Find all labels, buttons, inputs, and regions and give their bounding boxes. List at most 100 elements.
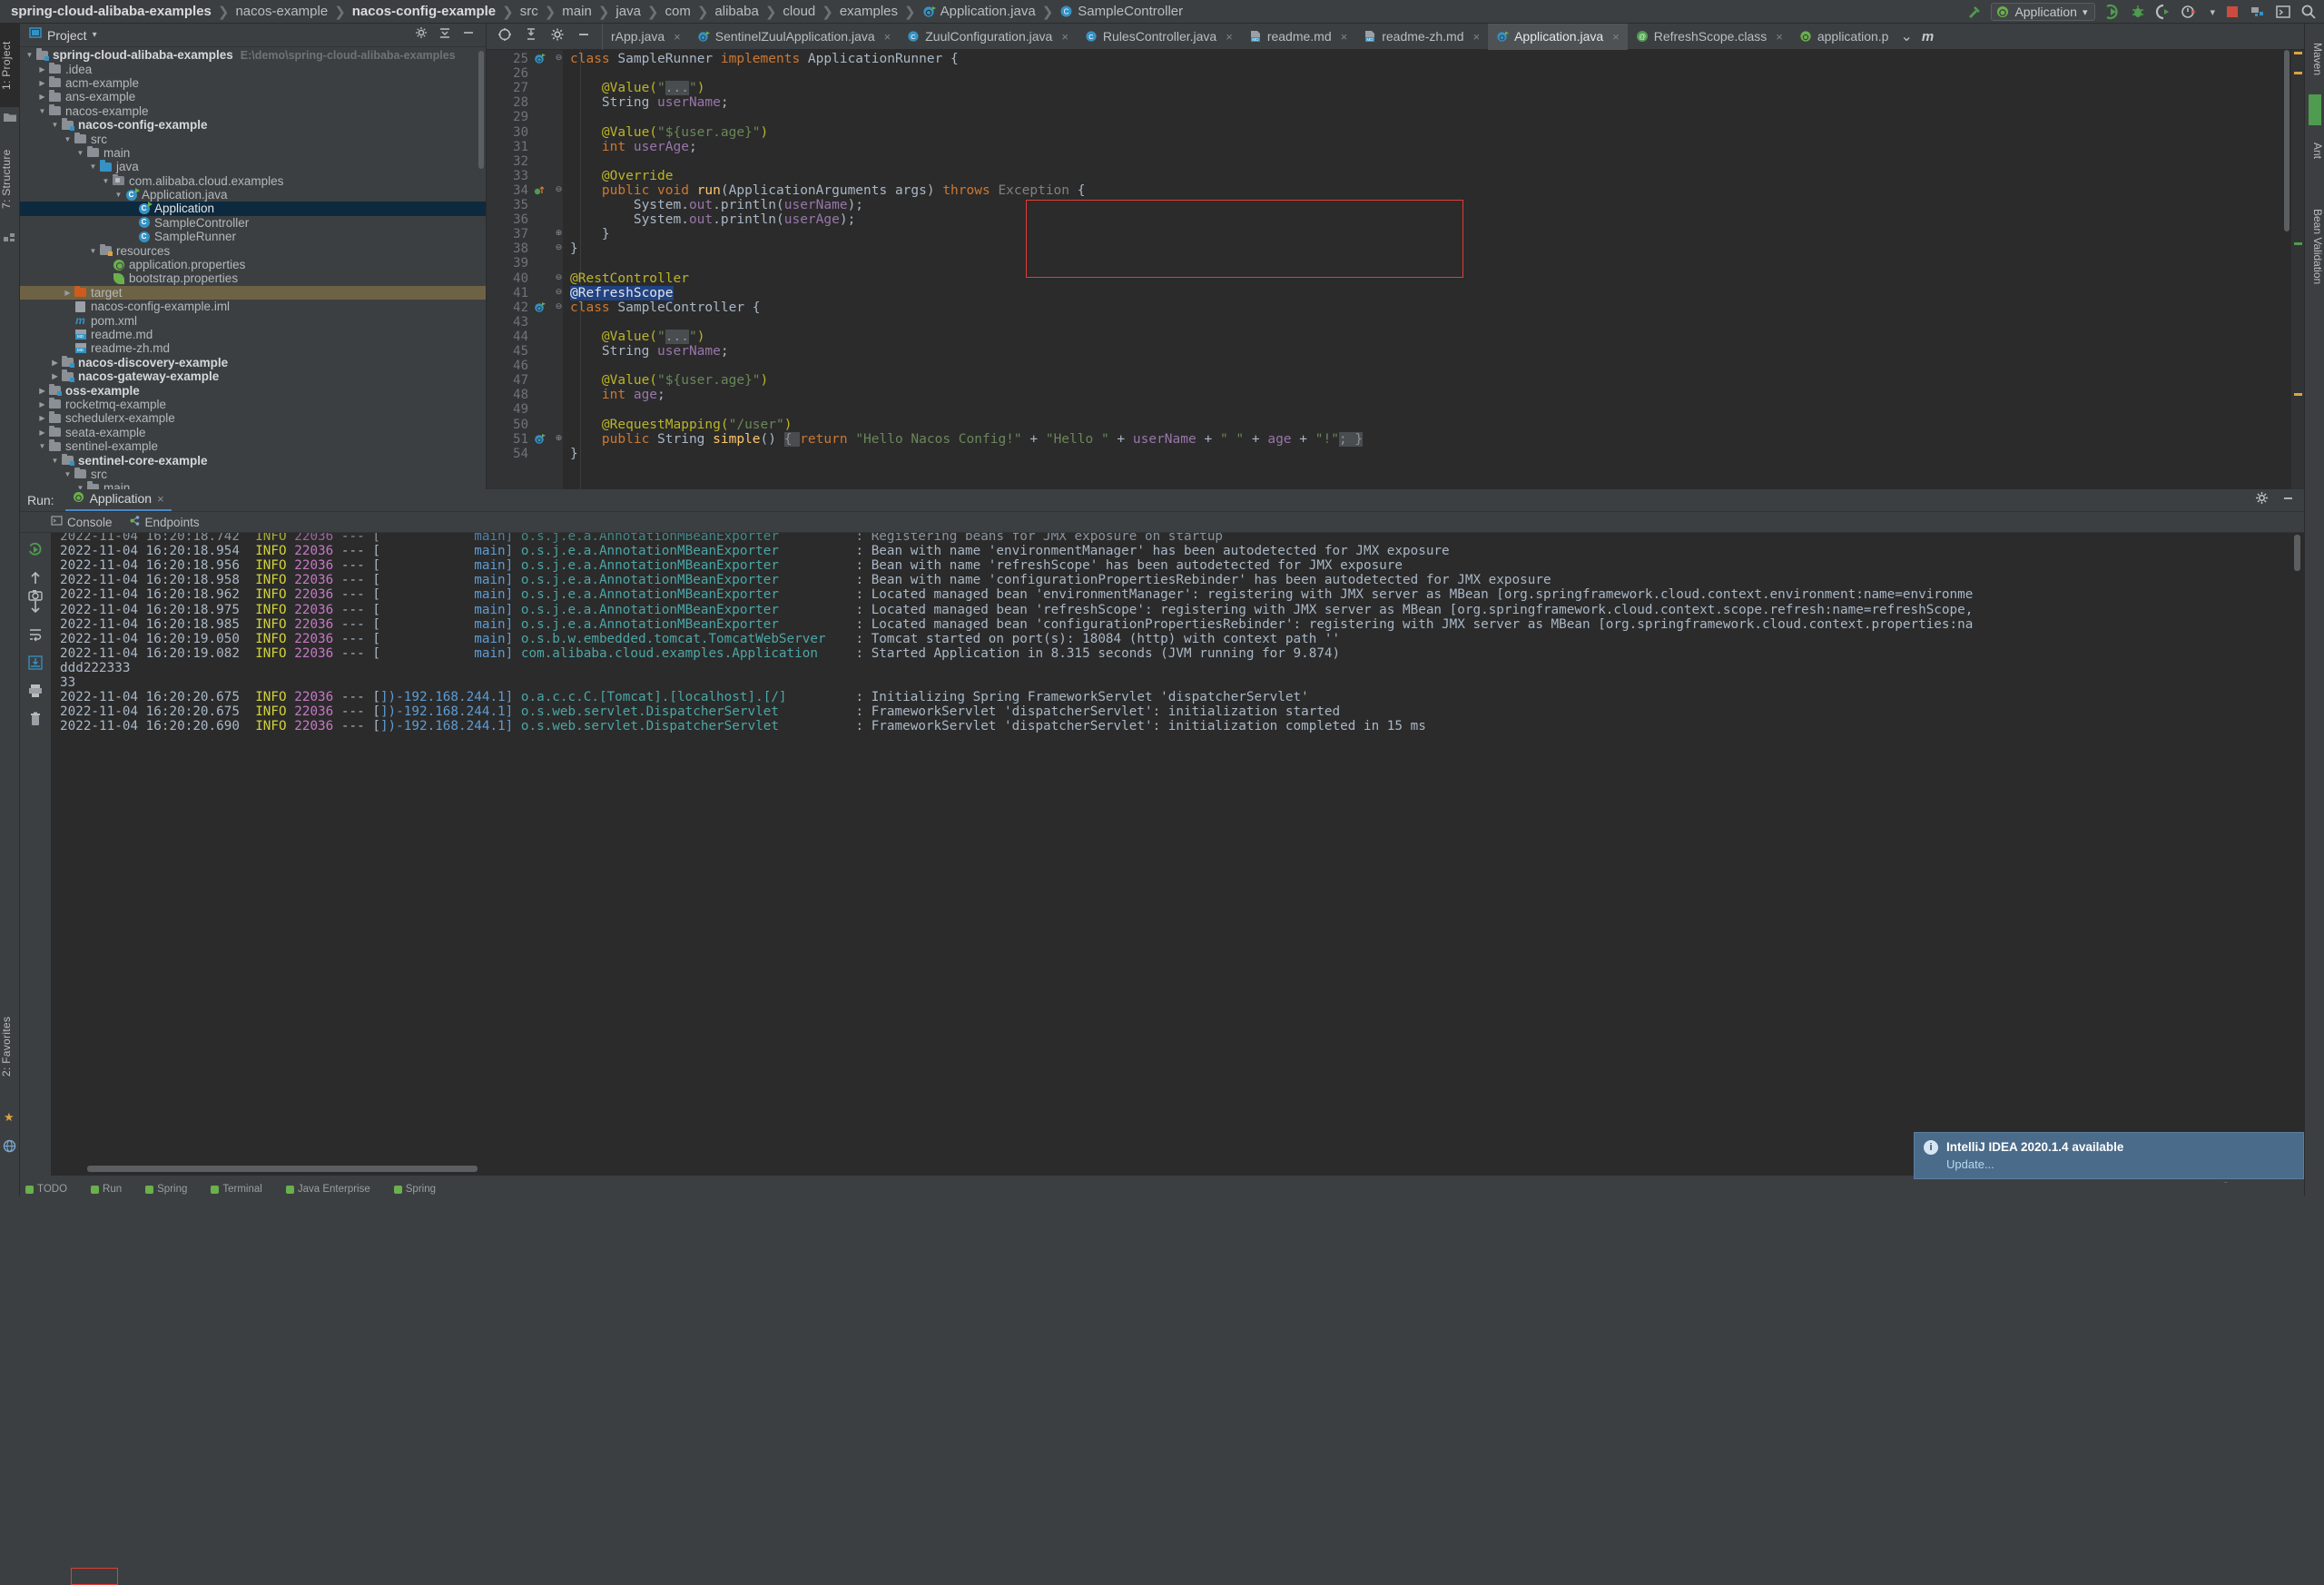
sidebar-item-favorites[interactable]: 2: Favorites [0, 998, 20, 1096]
console-output[interactable]: 2022-11-04 16:20:18.742 INFO 22036 --- [… [51, 533, 2304, 1176]
breadcrumb-item[interactable]: main [562, 4, 592, 19]
chevron-down-icon[interactable]: ▼ [87, 162, 99, 171]
chevron-right-icon[interactable]: ▶ [62, 289, 74, 297]
code-line[interactable] [487, 256, 2304, 271]
code-editor[interactable]: 25⊖262728293031323334⊖353637⊕38⊖3940⊖41⊖… [487, 50, 2304, 489]
code-line[interactable]: @RestController [487, 271, 2304, 286]
code-line[interactable] [487, 154, 2304, 169]
chevron-down-icon[interactable]: ▼ [62, 135, 74, 143]
close-icon[interactable]: × [1472, 30, 1480, 44]
code-line[interactable]: class SampleController { [487, 300, 2304, 315]
tree-node[interactable]: ▼resources [20, 243, 486, 257]
tree-node[interactable]: mpom.xml [20, 313, 486, 327]
terminal-icon[interactable] [2275, 4, 2291, 20]
breadcrumb-item[interactable]: java [615, 4, 641, 19]
tree-node[interactable]: ▶.idea [20, 62, 486, 75]
code-line[interactable]: @Override [487, 169, 2304, 183]
breadcrumb-item[interactable]: com [665, 4, 691, 19]
close-icon[interactable]: × [157, 492, 164, 506]
tab-overflow-chevron-icon[interactable]: ⌄ [1900, 27, 1912, 45]
editor-scrollbar[interactable] [2284, 50, 2290, 231]
chevron-down-icon[interactable]: ▼ [36, 107, 48, 115]
chevron-right-icon[interactable]: ▶ [36, 400, 48, 409]
editor-tab[interactable]: CRulesController.java× [1077, 24, 1241, 50]
chevron-right-icon[interactable]: ▶ [36, 387, 48, 395]
breadcrumb-item[interactable]: spring-cloud-alibaba-examples [11, 4, 212, 19]
print-icon[interactable] [27, 683, 44, 699]
tree-node[interactable]: ▶ans-example [20, 90, 486, 103]
tree-node[interactable]: ▼main [20, 481, 486, 489]
tree-node[interactable]: ▶schedulerx-example [20, 411, 486, 425]
sidebar-item-project[interactable]: 1: Project [0, 24, 20, 107]
chevron-down-icon[interactable]: ▼ [24, 51, 35, 59]
chevron-down-icon[interactable]: ▼ [49, 457, 61, 465]
web-icon[interactable] [3, 1139, 16, 1157]
code-line[interactable] [487, 402, 2304, 417]
run-tab-application[interactable]: Application × [65, 489, 172, 511]
tree-node[interactable]: ▶nacos-gateway-example [20, 369, 486, 383]
profiler-icon[interactable] [2181, 4, 2197, 20]
close-icon[interactable]: × [1776, 30, 1783, 44]
camera-icon[interactable] [27, 587, 44, 604]
tree-node[interactable]: ▶rocketmq-example [20, 398, 486, 411]
editor-tab[interactable]: MDreadme-zh.md× [1355, 24, 1488, 50]
tree-node[interactable]: CSampleRunner [20, 230, 486, 243]
up-arrow-icon[interactable] [27, 570, 44, 586]
tab-console[interactable]: Console [51, 515, 113, 529]
code-line[interactable]: @Value("${user.age}") [487, 373, 2304, 388]
close-icon[interactable]: × [1226, 30, 1233, 44]
close-icon[interactable]: × [1341, 30, 1348, 44]
code-line[interactable]: @RefreshScope [487, 286, 2304, 300]
editor-tab[interactable]: SentinelZuulApplication.java× [689, 24, 899, 50]
expand-collapse-icon[interactable] [524, 27, 538, 46]
folder-icon[interactable] [4, 111, 16, 127]
minus-icon[interactable] [576, 27, 591, 46]
code-line[interactable]: @Value("...") [487, 81, 2304, 95]
close-icon[interactable]: × [1612, 30, 1620, 44]
chevron-right-icon[interactable]: ▶ [36, 428, 48, 437]
breadcrumb-item[interactable]: Application.java [940, 4, 1036, 19]
project-tree-scrollbar[interactable] [478, 51, 484, 169]
editor-tab[interactable]: MDreadme.md× [1241, 24, 1355, 50]
code-line[interactable] [487, 110, 2304, 124]
project-structure-icon[interactable] [2250, 4, 2266, 20]
chevron-right-icon[interactable]: ▶ [49, 359, 61, 367]
code-line[interactable] [487, 66, 2304, 81]
modules-icon[interactable] [4, 231, 16, 247]
tree-node[interactable]: ▶seata-example [20, 426, 486, 439]
editor-tab[interactable]: CZuulConfiguration.java× [899, 24, 1077, 50]
tree-node[interactable]: ▶target [20, 286, 486, 300]
tree-node[interactable]: readme-zh.md [20, 341, 486, 355]
gear-icon[interactable] [415, 26, 428, 44]
console-scrollbar-vertical[interactable] [2294, 535, 2300, 571]
code-line[interactable]: System.out.println(userAge); [487, 212, 2304, 227]
editor-tab[interactable]: @RefreshScope.class× [1628, 24, 1791, 50]
code-line[interactable]: int age; [487, 388, 2304, 402]
close-icon[interactable]: × [674, 30, 681, 44]
minimize-icon[interactable] [2281, 491, 2295, 509]
code-line[interactable]: } [487, 447, 2304, 461]
code-line[interactable] [487, 315, 2304, 330]
code-line[interactable]: public String simple() { return "Hello N… [487, 432, 2304, 447]
breadcrumb-item[interactable]: cloud [783, 4, 815, 19]
tree-node[interactable]: nacos-config-example.iml [20, 300, 486, 313]
tree-node[interactable]: ▼src [20, 132, 486, 145]
tree-node[interactable]: readme.md [20, 328, 486, 341]
tree-node[interactable]: ▼sentinel-example [20, 439, 486, 453]
chevron-right-icon[interactable]: ▶ [36, 93, 48, 101]
editor-tabs[interactable]: rApp.java×SentinelZuulApplication.java×C… [603, 24, 1896, 50]
debug-icon[interactable] [2130, 4, 2146, 20]
chevron-down-icon[interactable]: ▼ [36, 442, 48, 450]
notification-balloon[interactable]: i IntelliJ IDEA 2020.1.4 available Updat… [1914, 1132, 2304, 1179]
scroll-to-end-icon[interactable] [27, 655, 44, 671]
bookmark-star-icon[interactable]: ★ [4, 1110, 15, 1125]
tree-node[interactable]: ▶nacos-discovery-example [20, 356, 486, 369]
tree-node[interactable]: ▼spring-cloud-alibaba-examplesE:\demo\sp… [20, 48, 486, 62]
code-line[interactable]: System.out.println(userName); [487, 198, 2304, 212]
chevron-down-icon[interactable]: ▼ [74, 149, 86, 157]
breadcrumb-item[interactable]: alibaba [714, 4, 758, 19]
tree-node[interactable]: CApplication [20, 202, 486, 215]
close-icon[interactable]: × [884, 30, 891, 44]
code-line[interactable]: @Value("...") [487, 330, 2304, 344]
sidebar-item-maven[interactable]: Maven [2304, 29, 2324, 89]
